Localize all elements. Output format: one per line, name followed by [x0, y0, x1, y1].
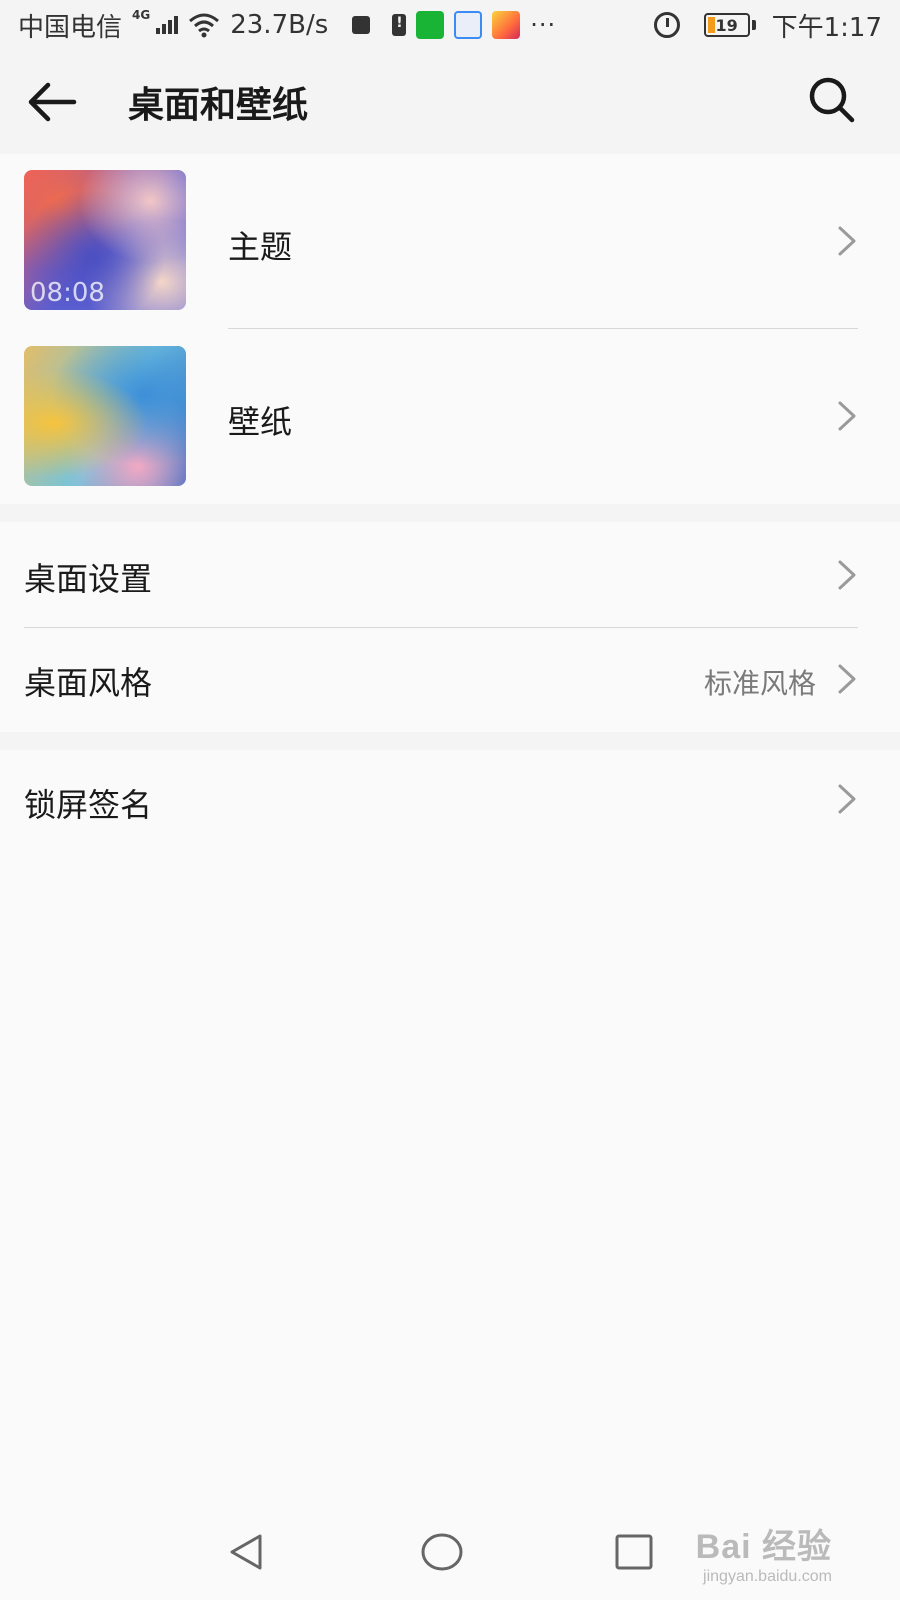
- wallpaper-row[interactable]: 壁纸: [0, 329, 900, 504]
- status-bar: 中国电信 4G 23.7B/s ··· 19 下午1:17: [0, 0, 900, 50]
- desktop-settings-label: 桌面设置: [24, 560, 153, 598]
- send-app-icon: [454, 11, 483, 39]
- back-arrow-icon[interactable]: [20, 72, 84, 132]
- game-app-icon: [492, 11, 521, 39]
- nav-back-icon[interactable]: [224, 1530, 268, 1574]
- desktop-style-row[interactable]: 桌面风格 标准风格: [0, 628, 900, 732]
- navigation-bar: Bai 经验 jingyan.baidu.com: [0, 1504, 900, 1600]
- chevron-right-icon: [838, 664, 856, 694]
- wallpaper-thumbnail: [24, 346, 186, 486]
- lock-screen-section: 锁屏签名: [0, 750, 900, 1600]
- network-type-label: 4G: [132, 8, 151, 22]
- wallpaper-label: 壁纸: [228, 403, 293, 441]
- chevron-right-icon: [838, 401, 856, 431]
- watermark-url: jingyan.baidu.com: [703, 1568, 832, 1585]
- battery-icon: 19: [703, 13, 750, 37]
- chevron-right-icon: [838, 784, 856, 814]
- more-notifications-icon: ···: [530, 11, 557, 39]
- wifi-icon: [189, 13, 220, 38]
- search-icon[interactable]: [802, 70, 862, 130]
- network-speed: 23.7B/s: [230, 10, 329, 40]
- status-bar-left: 中国电信 4G 23.7B/s ···: [18, 7, 556, 44]
- theme-thumbnail-time: 08:08: [30, 278, 105, 308]
- lock-signature-row[interactable]: 锁屏签名: [0, 750, 900, 854]
- theme-row[interactable]: 08:08 主题: [0, 154, 900, 329]
- battery-level: 19: [715, 15, 738, 35]
- notification-square-icon: [352, 16, 371, 34]
- lock-signature-label: 锁屏签名: [24, 786, 153, 824]
- clock-time: 下午1:17: [771, 12, 882, 43]
- themes-wallpaper-section: 08:08 主题 壁纸: [0, 154, 900, 504]
- nav-recents-icon[interactable]: [614, 1532, 654, 1572]
- page-title: 桌面和壁纸: [128, 85, 309, 126]
- desktop-style-value: 标准风格: [703, 667, 816, 700]
- nav-home-icon[interactable]: [420, 1530, 464, 1574]
- carrier-name: 中国电信: [18, 12, 123, 43]
- battery-alert-icon: [392, 14, 407, 36]
- desktop-style-label: 桌面风格: [24, 664, 153, 702]
- watermark-logo: Bai 经验: [695, 1528, 832, 1566]
- signal-icon: [156, 16, 179, 34]
- theme-label: 主题: [228, 228, 293, 266]
- chevron-right-icon: [838, 560, 856, 590]
- watermark: Bai 经验 jingyan.baidu.com: [696, 1519, 832, 1586]
- desktop-section: 桌面设置 桌面风格 标准风格: [0, 522, 900, 732]
- chevron-right-icon: [838, 226, 856, 256]
- theme-thumbnail: 08:08: [24, 170, 186, 310]
- alarm-icon: [653, 12, 680, 38]
- status-bar-right: 19 下午1:17: [653, 7, 882, 44]
- title-bar: 桌面和壁纸: [0, 50, 900, 154]
- iqiyi-app-icon: [416, 11, 445, 39]
- battery-tip: [751, 20, 756, 30]
- desktop-settings-row[interactable]: 桌面设置: [0, 522, 900, 627]
